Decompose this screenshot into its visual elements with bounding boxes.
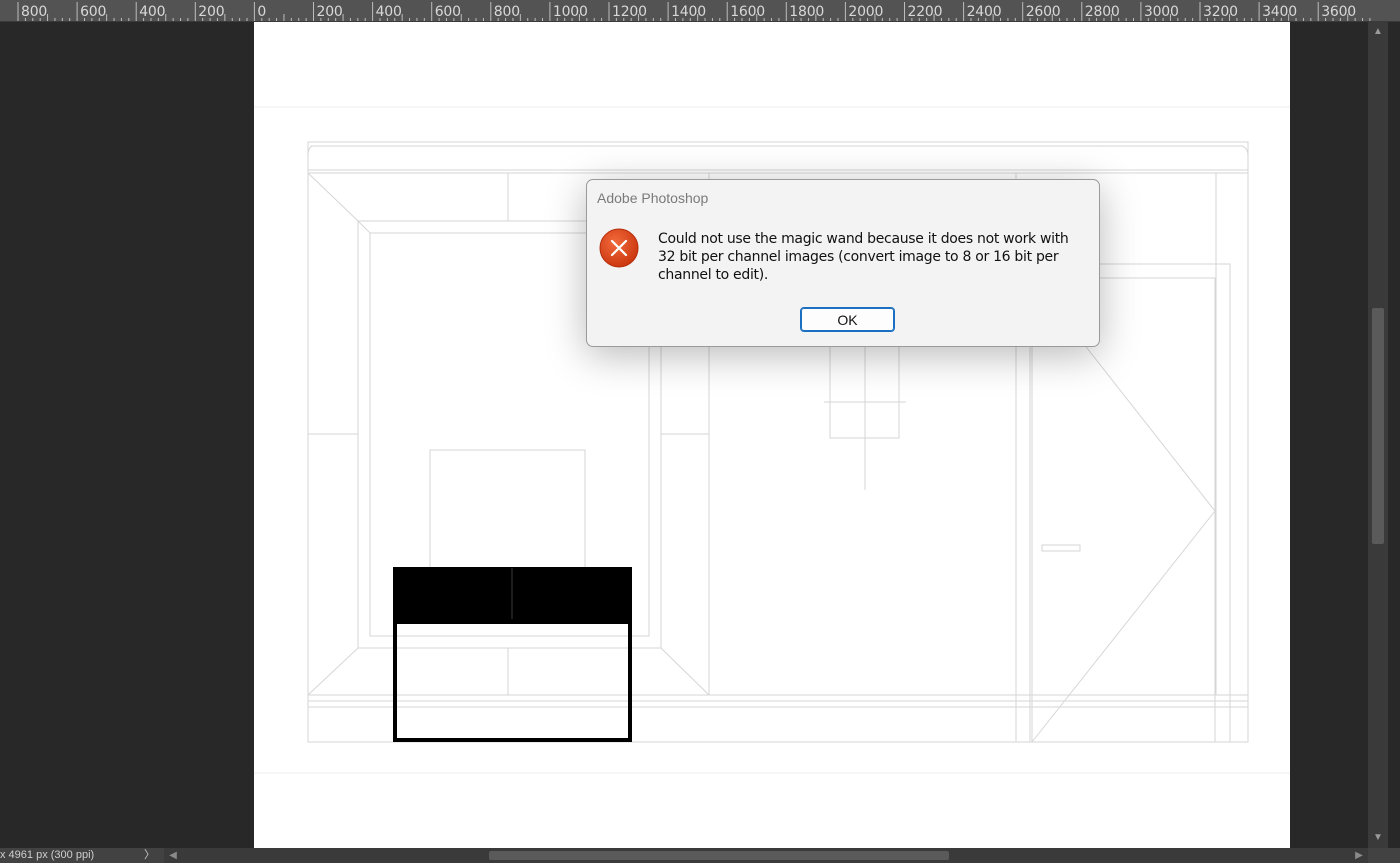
drawing-artwork <box>254 106 1290 774</box>
ruler-tick-label: 3400 <box>1262 4 1297 20</box>
ruler-tick-label: 2400 <box>966 4 1002 20</box>
ruler-tick-label: 2600 <box>1025 4 1061 20</box>
ruler-tick-label: 1800 <box>789 4 825 20</box>
horizontal-scrollbar[interactable]: ◀ ▶ <box>164 848 1368 863</box>
document-canvas[interactable] <box>254 22 1290 848</box>
ruler-tick-label: 3200 <box>1203 4 1238 20</box>
vertical-scroll-thumb[interactable] <box>1372 308 1384 544</box>
dialog-title: Adobe Photoshop <box>597 190 709 206</box>
ruler-tick-label: 1400 <box>671 4 706 20</box>
ruler-tick-label: 3000 <box>1143 4 1179 20</box>
ruler-tick-label: 2000 <box>848 4 884 20</box>
scroll-down-icon[interactable]: ▼ <box>1368 830 1388 846</box>
ruler-tick-label: 200 <box>198 4 225 20</box>
horizontal-scroll-thumb[interactable] <box>489 851 949 860</box>
ruler-tick-label: 2200 <box>907 4 943 20</box>
ruler-tick-label: 1600 <box>730 4 766 20</box>
ruler-tick-label: 2800 <box>1084 4 1120 20</box>
error-dialog: Adobe Photoshop Could not use the magic … <box>586 179 1100 347</box>
status-menu-arrow-icon[interactable]: 〉 <box>144 848 155 863</box>
error-icon <box>599 228 639 268</box>
ruler-tick-label: 200 <box>316 4 343 20</box>
ruler-tick-label: 600 <box>434 4 461 20</box>
ruler-tick-label: 3600 <box>1321 4 1357 20</box>
scroll-right-icon[interactable]: ▶ <box>1352 848 1366 863</box>
ruler-tick-label: 800 <box>493 4 520 20</box>
ruler-tick-label: 800 <box>21 4 48 20</box>
ok-button[interactable]: OK <box>800 307 895 332</box>
document-info: x 4961 px (300 ppi) <box>0 849 95 861</box>
vertical-scrollbar[interactable]: ▲ ▼ <box>1368 22 1388 848</box>
ruler-tick-label: 400 <box>375 4 402 20</box>
ruler-tick-label: 1200 <box>612 4 647 20</box>
ruler-tick-label: 400 <box>139 4 166 20</box>
dialog-message: Could not use the magic wand because it … <box>658 231 1069 283</box>
ruler-tick-label: 1000 <box>552 4 588 20</box>
ruler-tick-label: 600 <box>80 4 107 20</box>
ruler-tick-label: 0 <box>257 4 267 20</box>
scroll-up-icon[interactable]: ▲ <box>1368 24 1388 40</box>
horizontal-ruler[interactable]: 800 600 400 200 0 200 400 600 800 1000 1200 1400 160… <box>0 0 1400 22</box>
scroll-left-icon[interactable]: ◀ <box>166 848 180 863</box>
